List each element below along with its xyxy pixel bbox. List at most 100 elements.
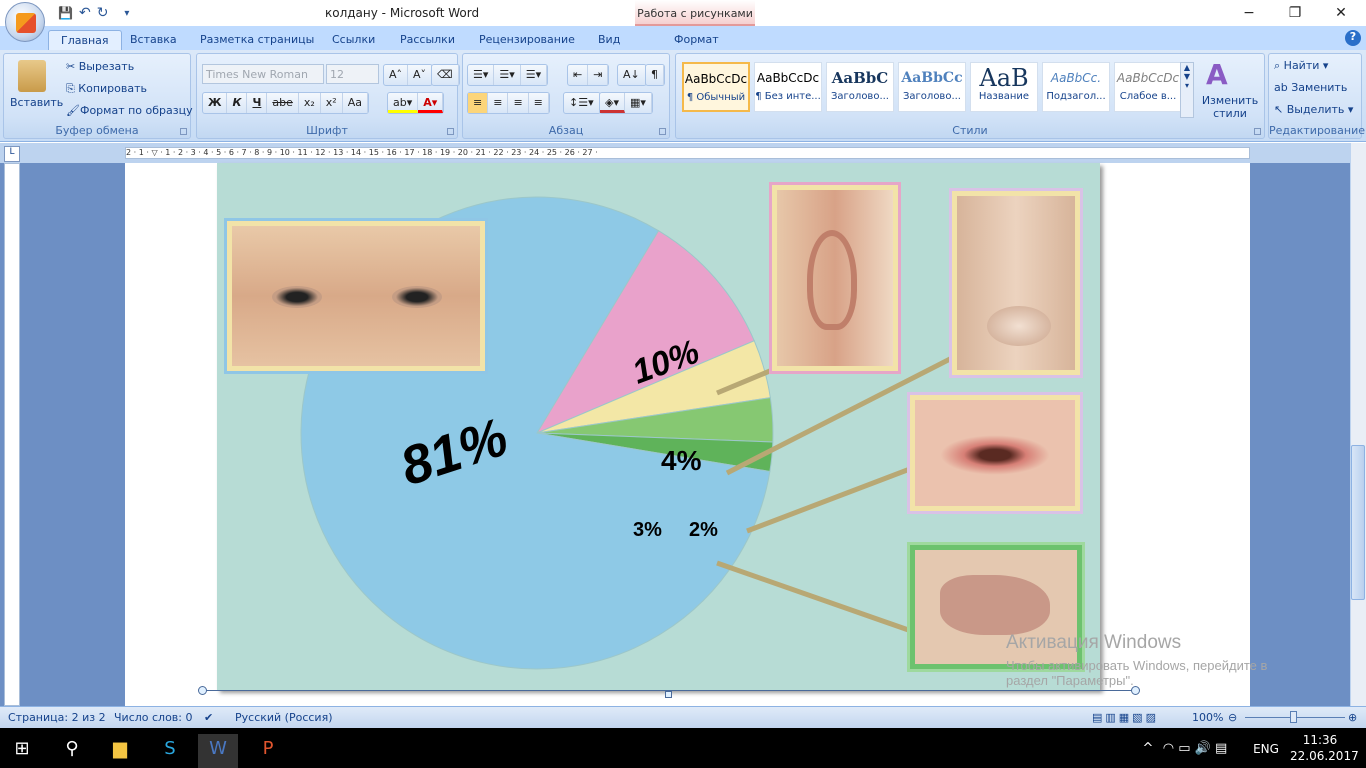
decrease-indent-icon[interactable]: ⇤ [568, 65, 589, 85]
tab-mailings[interactable]: Рассылки [400, 30, 455, 50]
clock[interactable]: 11:36 22.06.2017 [1290, 732, 1359, 764]
style-item[interactable]: AaBbCcDc ¶ Без инте... [754, 62, 822, 112]
spellcheck-icon[interactable]: ✔ [204, 711, 213, 724]
highlight-icon[interactable]: ab▾ [388, 93, 419, 113]
style-item[interactable]: AaB Название [970, 62, 1038, 112]
page-count[interactable]: Страница: 2 из 2 [8, 711, 106, 724]
justify-icon[interactable]: ≡ [529, 93, 549, 113]
tab-references[interactable]: Ссылки [332, 30, 375, 50]
clipboard-launcher[interactable] [180, 128, 187, 135]
shading-icon[interactable]: ◈▾ [600, 93, 625, 113]
superscript-button[interactable]: x² [321, 93, 343, 113]
clear-format-button[interactable]: ⌫ [431, 64, 460, 86]
vertical-ruler[interactable] [4, 163, 20, 706]
minimize-button[interactable]: − [1226, 2, 1272, 24]
style-name: Подзагол... [1046, 91, 1106, 102]
numbering-icon[interactable]: ☰▾ [494, 65, 521, 85]
style-item[interactable]: AaBbCcDc Слабое в... [1114, 62, 1182, 112]
show-marks-button[interactable]: ¶ [645, 64, 665, 86]
word-count[interactable]: Число слов: 0 [114, 711, 193, 724]
font-size-combo[interactable]: 12 [326, 64, 379, 84]
search-icon[interactable]: ⚲ [52, 734, 92, 768]
sort-button[interactable]: А↓ [617, 64, 647, 86]
word-taskbar-icon[interactable]: W [198, 734, 238, 768]
paragraph-launcher[interactable] [659, 128, 666, 135]
align-center-icon[interactable]: ≡ [488, 93, 509, 113]
tab-home[interactable]: Главная [48, 30, 122, 50]
italic-button[interactable]: К [227, 93, 248, 113]
increase-indent-icon[interactable]: ⇥ [588, 65, 609, 85]
align-left-icon[interactable]: ≡ [468, 93, 489, 113]
resize-handle[interactable] [665, 691, 672, 698]
font-name-combo[interactable]: Times New Roman [202, 64, 324, 84]
styles-launcher[interactable] [1254, 128, 1261, 135]
grow-font-button[interactable]: A˄ [384, 65, 409, 85]
horizontal-ruler[interactable]: 2 · 1 · ▽ · 1 · 2 · 3 · 4 · 5 · 6 · 7 · … [125, 147, 1250, 159]
powerpoint-icon[interactable]: P [248, 734, 288, 768]
zoom-slider-thumb[interactable] [1290, 711, 1297, 723]
font-launcher[interactable] [447, 128, 454, 135]
eye-icon [272, 286, 322, 308]
bullets-icon[interactable]: ☰▾ [468, 65, 495, 85]
watermark-line2: раздел "Параметры". [1006, 673, 1134, 688]
resize-handle[interactable] [198, 686, 207, 695]
tab-insert[interactable]: Вставка [130, 30, 177, 50]
vertical-scrollbar[interactable] [1350, 143, 1366, 706]
close-button[interactable]: ✕ [1318, 2, 1364, 24]
redo-icon[interactable]: ↻ [97, 5, 109, 21]
shrink-font-button[interactable]: A˅ [408, 65, 433, 85]
paste-button[interactable]: Вставить [10, 96, 63, 109]
eye-icon [392, 286, 442, 308]
find-button[interactable]: ⌕ Найти ▾ [1274, 59, 1328, 73]
zoom-out-icon[interactable]: ⊖ [1228, 711, 1237, 724]
scrollbar-thumb[interactable] [1351, 445, 1365, 600]
start-windows-icon[interactable]: ⊞ [2, 734, 42, 768]
change-case-button[interactable]: Aa [343, 93, 368, 113]
file-explorer-icon[interactable]: ▆ [100, 734, 140, 768]
style-item[interactable]: AaBbCc Заголово... [898, 62, 966, 112]
cut-button[interactable]: ✂ Вырезать [66, 60, 134, 73]
tab-format[interactable]: Формат [674, 30, 719, 50]
view-buttons[interactable]: ▤▥▦▧▨ [1092, 711, 1159, 724]
align-right-icon[interactable]: ≡ [508, 93, 529, 113]
eyes-photo [227, 221, 485, 371]
subscript-button[interactable]: x₂ [299, 93, 321, 113]
tab-page-layout[interactable]: Разметка страницы [200, 30, 314, 50]
help-icon[interactable]: ? [1345, 30, 1361, 46]
copy-button[interactable]: ⎘ Копировать [66, 82, 147, 96]
styles-scroll[interactable]: ▲ ▼ ▾ [1180, 62, 1194, 118]
pie-chart-picture[interactable]: 81% 10% 4% 3% 2% [217, 163, 1100, 690]
style-item[interactable]: AaBbC Заголово... [826, 62, 894, 112]
save-icon[interactable]: 💾 [58, 6, 73, 20]
underline-button[interactable]: Ч [247, 93, 268, 113]
tab-review[interactable]: Рецензирование [479, 30, 575, 50]
borders-icon[interactable]: ▦▾ [625, 93, 652, 113]
language[interactable]: Русский (Россия) [235, 711, 333, 724]
line-spacing-button[interactable]: ↕☰▾ [563, 92, 601, 114]
replace-button[interactable]: ab Заменить [1274, 81, 1347, 94]
select-button[interactable]: ↖ Выделить ▾ [1274, 103, 1353, 116]
style-name: Название [978, 91, 1030, 102]
change-styles-button[interactable]: Изменить стили [1200, 94, 1260, 120]
style-item[interactable]: AaBbCcDc ¶ Обычный [682, 62, 750, 112]
style-item[interactable]: AaBbCc. Подзагол... [1042, 62, 1110, 112]
undo-icon[interactable]: ↶ [79, 5, 91, 21]
font-color-icon[interactable]: A▾ [418, 93, 444, 113]
bold-button[interactable]: Ж [203, 93, 228, 113]
customize-qat-icon[interactable]: ▾ [124, 8, 129, 19]
paragraph-group-label: Абзац [548, 124, 584, 137]
restore-button[interactable]: ❐ [1272, 2, 1318, 24]
hand-icon [940, 575, 1050, 635]
zoom-in-icon[interactable]: ⊕ [1348, 711, 1357, 724]
format-painter-button[interactable]: 🖌Формат по образцу [66, 104, 193, 117]
status-bar: Страница: 2 из 2 Число слов: 0 ✔ Русский… [0, 706, 1366, 728]
skype-icon[interactable]: S [150, 734, 190, 768]
zoom-level[interactable]: 100% [1192, 711, 1223, 724]
multilevel-icon[interactable]: ☰▾ [521, 65, 548, 85]
tab-stop-selector[interactable]: L [4, 146, 20, 162]
office-button[interactable] [5, 2, 45, 42]
tab-view[interactable]: Вид [598, 30, 620, 50]
input-language[interactable]: ENG [1246, 734, 1286, 768]
tray-icons[interactable]: ◠ ▭ 🔊 ▤ [1150, 734, 1240, 768]
strikethrough-button[interactable]: abe [267, 93, 299, 113]
